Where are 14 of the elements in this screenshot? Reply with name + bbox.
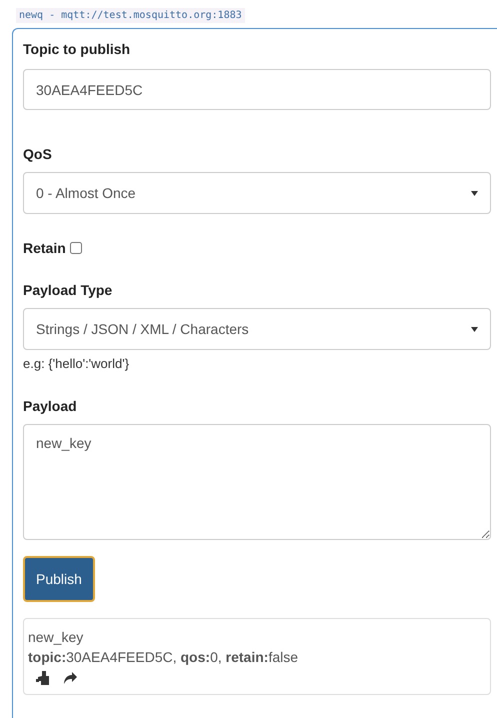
payload-type-select[interactable]: Strings / JSON / XML / Characters: [23, 308, 491, 350]
field-label: Payload: [23, 398, 78, 414]
field-label: QoS: [23, 146, 53, 162]
field-label: Topic to publish: [23, 41, 132, 57]
payload-textarea[interactable]: new_key: [23, 424, 491, 540]
hint-text: e.g: {'hello':'world'}: [23, 356, 130, 372]
publish-button[interactable]: Publish: [23, 556, 95, 602]
retain-label: Retain: [23, 240, 66, 256]
message-payload: new_key: [28, 628, 84, 647]
field-label: Payload Type: [23, 282, 114, 298]
connection-tab[interactable]: newq - mqtt://test.mosquitto.org:1883: [16, 8, 245, 23]
qos-select[interactable]: 0 - Almost Once: [23, 172, 491, 214]
message-meta: topic:30AEA4FEED5C, qos:0, retain:false: [28, 648, 300, 667]
topic-input[interactable]: 30AEA4FEED5C: [23, 69, 491, 110]
